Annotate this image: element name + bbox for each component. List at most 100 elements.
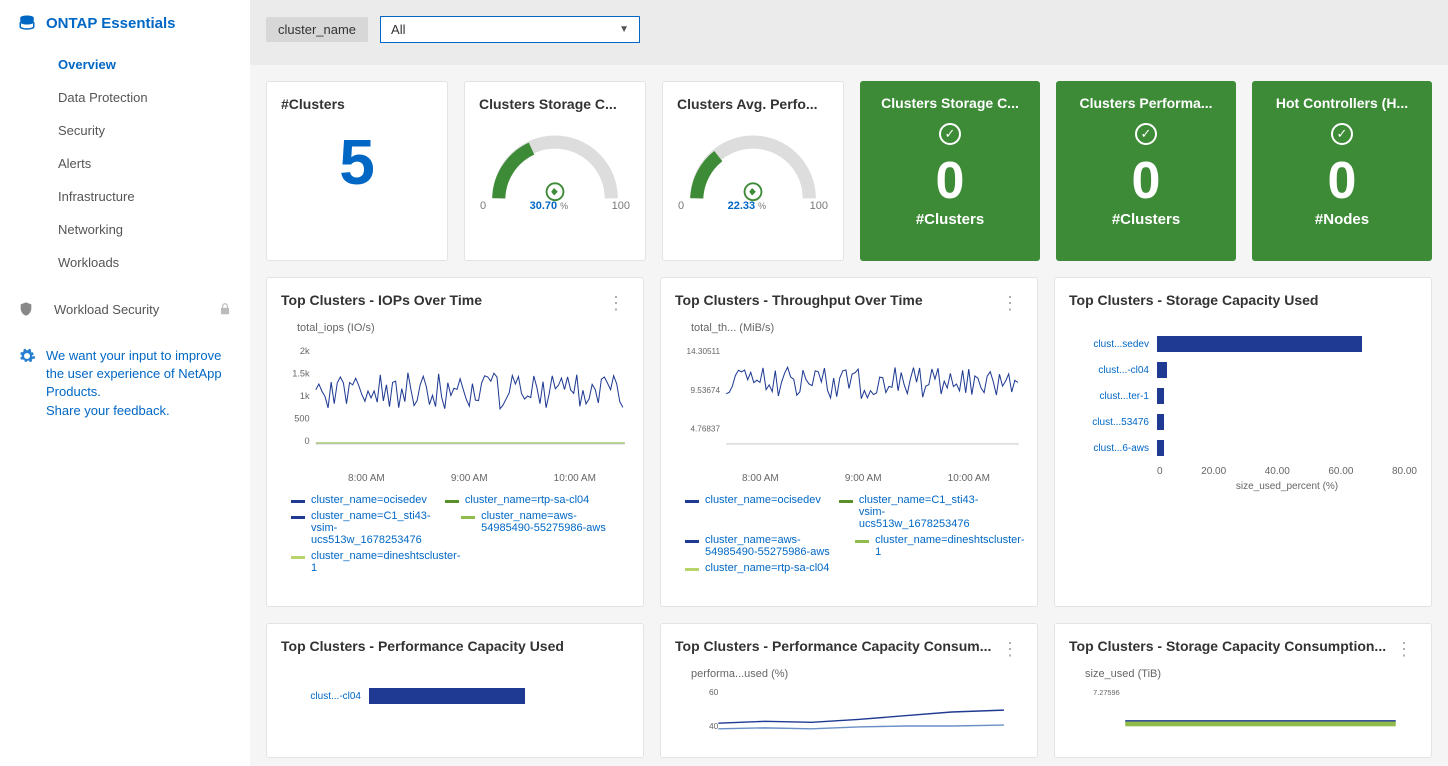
filter-select-cluster-name[interactable]: All ▼ xyxy=(380,16,640,43)
gauge-value: 22.33 xyxy=(728,200,756,212)
kpi-title: Clusters Storage C... xyxy=(874,95,1026,111)
line-chart[interactable]: 2k 1.5k 1k 500 0 xyxy=(281,338,629,468)
workload-security-label: Workload Security xyxy=(54,302,159,317)
sidebar-item-alerts[interactable]: Alerts xyxy=(0,147,250,180)
kpi-value: 5 xyxy=(281,118,433,208)
y-axis-label: performa...used (%) xyxy=(691,668,1023,680)
panel-title: Top Clusters - Performance Capacity Used xyxy=(281,638,564,654)
sidebar: ONTAP Essentials OverviewData Protection… xyxy=(0,0,250,766)
gauge-max: 100 xyxy=(810,200,828,212)
svg-text:60: 60 xyxy=(709,687,719,697)
legend-item[interactable]: cluster_name=aws-54985490-55275986-aws xyxy=(461,510,613,546)
kpi-title: Hot Controllers (H... xyxy=(1266,95,1418,111)
bar-row: clust...6-aws xyxy=(1069,440,1417,456)
panel-throughput: Top Clusters - Throughput Over Time ⋮ to… xyxy=(660,277,1038,607)
bar-label[interactable]: clust...53476 xyxy=(1069,417,1149,428)
svg-text:1k: 1k xyxy=(300,391,310,401)
gauge-icon xyxy=(678,128,828,203)
bar-row: clust...53476 xyxy=(1069,414,1417,430)
kpi-card-storage-capacity[interactable]: Clusters Storage C... 0 30.70 % 100 xyxy=(464,81,646,261)
panel-iops: Top Clusters - IOPs Over Time ⋮ total_io… xyxy=(266,277,644,607)
svg-text:500: 500 xyxy=(294,413,309,423)
svg-text:14.30511: 14.30511 xyxy=(687,347,721,356)
panel-title: Top Clusters - Storage Capacity Used xyxy=(1069,292,1318,308)
kpi-title: Clusters Performa... xyxy=(1070,95,1222,111)
kpi-card-clusters-count[interactable]: #Clusters 5 xyxy=(266,81,448,261)
chevron-down-icon: ▼ xyxy=(619,24,629,35)
kpi-sub: #Clusters xyxy=(874,211,1026,228)
bar-label[interactable]: clust...-cl04 xyxy=(281,691,361,702)
panel-menu-button[interactable]: ⋮ xyxy=(997,639,1023,660)
svg-text:4.76837: 4.76837 xyxy=(690,425,720,434)
legend-item[interactable]: cluster_name=aws-54985490-55275986-aws xyxy=(685,534,837,558)
lock-icon xyxy=(218,302,232,316)
kpi-title: #Clusters xyxy=(281,96,433,112)
kpi-card-performance-alert[interactable]: Clusters Performa... ✓ 0 #Clusters xyxy=(1056,81,1236,261)
panel-title: Top Clusters - Performance Capacity Cons… xyxy=(675,638,991,654)
panel-title: Top Clusters - IOPs Over Time xyxy=(281,292,482,308)
area-chart[interactable]: 7.27596 xyxy=(1069,684,1417,730)
gauge-min: 0 xyxy=(678,200,684,212)
bar-label[interactable]: clust...-cl04 xyxy=(1069,365,1149,376)
legend-item[interactable]: cluster_name=C1_sti43-vsim-ucs513w_16782… xyxy=(291,510,443,546)
x-axis-ticks: 020.0040.0060.0080.00 xyxy=(1157,466,1417,477)
bar-label[interactable]: clust...sedev xyxy=(1069,339,1149,350)
sidebar-item-networking[interactable]: Networking xyxy=(0,213,250,246)
bar-row: clust...sedev xyxy=(1069,336,1417,352)
kpi-value: 0 xyxy=(1070,155,1222,207)
panel-menu-button[interactable]: ⋮ xyxy=(1391,639,1417,660)
brand-title: ONTAP Essentials xyxy=(46,15,176,32)
sidebar-item-infrastructure[interactable]: Infrastructure xyxy=(0,180,250,213)
feedback-text: We want your input to improve the user e… xyxy=(46,347,232,420)
line-chart[interactable]: 14.30511 9.53674 4.76837 xyxy=(675,338,1023,468)
legend: cluster_name=ocisedev cluster_name=C1_sti… xyxy=(675,494,1023,574)
panel-menu-button[interactable]: ⋮ xyxy=(603,293,629,314)
sidebar-item-data-protection[interactable]: Data Protection xyxy=(0,81,250,114)
kpi-title: Clusters Storage C... xyxy=(479,96,631,112)
check-circle-icon: ✓ xyxy=(1135,123,1157,145)
svg-text:40: 40 xyxy=(709,721,719,731)
svg-text:0: 0 xyxy=(305,436,310,446)
sidebar-item-security[interactable]: Security xyxy=(0,114,250,147)
kpi-card-avg-performance[interactable]: Clusters Avg. Perfo... 0 22.33 % 100 xyxy=(662,81,844,261)
kpi-title: Clusters Avg. Perfo... xyxy=(677,96,829,112)
bar-chart[interactable]: clust...sedev clust...-cl04 clust...ter-1 c… xyxy=(1069,336,1417,456)
legend-item[interactable]: cluster_name=dineshtscluster-1 xyxy=(855,534,1007,558)
x-axis-label: size_used_percent (%) xyxy=(1157,481,1417,492)
sidebar-item-workloads[interactable]: Workloads xyxy=(0,246,250,279)
kpi-card-storage-alert[interactable]: Clusters Storage C... ✓ 0 #Clusters xyxy=(860,81,1040,261)
shield-icon xyxy=(18,301,34,317)
legend-item[interactable]: cluster_name=dineshtscluster-1 xyxy=(291,550,443,574)
kpi-value: 0 xyxy=(874,155,1026,207)
legend-item[interactable]: cluster_name=rtp-sa-cl04 xyxy=(445,494,589,506)
brand[interactable]: ONTAP Essentials xyxy=(0,14,250,48)
legend-item[interactable]: cluster_name=C1_sti43-vsim-ucs513w_16782… xyxy=(839,494,991,530)
filter-bar: cluster_name All ▼ xyxy=(250,0,1448,65)
line-chart[interactable]: 60 40 xyxy=(675,684,1023,740)
check-circle-icon: ✓ xyxy=(1331,123,1353,145)
panel-performance-capacity-used: Top Clusters - Performance Capacity Used… xyxy=(266,623,644,758)
sidebar-item-overview[interactable]: Overview xyxy=(0,48,250,81)
dashboard-content: #Clusters 5 Clusters Storage C... 0 xyxy=(250,65,1448,766)
bar-label[interactable]: clust...6-aws xyxy=(1069,443,1149,454)
legend-item[interactable]: cluster_name=rtp-sa-cl04 xyxy=(685,562,829,574)
gauge-value: 30.70 xyxy=(530,200,558,212)
bar-label[interactable]: clust...ter-1 xyxy=(1069,391,1149,402)
kpi-sub: #Nodes xyxy=(1266,211,1418,228)
filter-chip-cluster-name[interactable]: cluster_name xyxy=(266,17,368,42)
sidebar-item-workload-security[interactable]: Workload Security xyxy=(0,287,250,331)
svg-text:9.53674: 9.53674 xyxy=(690,386,720,395)
main: cluster_name All ▼ #Clusters 5 Clusters … xyxy=(250,0,1448,766)
filter-select-value: All xyxy=(391,22,405,37)
panel-performance-capacity-consumption: Top Clusters - Performance Capacity Cons… xyxy=(660,623,1038,758)
y-axis-label: total_iops (IO/s) xyxy=(297,322,629,334)
kpi-card-hot-controllers[interactable]: Hot Controllers (H... ✓ 0 #Nodes xyxy=(1252,81,1432,261)
kpi-value: 0 xyxy=(1266,155,1418,207)
panel-menu-button[interactable]: ⋮ xyxy=(997,293,1023,314)
feedback-link[interactable]: We want your input to improve the user e… xyxy=(0,331,250,436)
bar-row: clust...ter-1 xyxy=(1069,388,1417,404)
gauge-icon xyxy=(480,128,630,203)
legend-item[interactable]: cluster_name=ocisedev xyxy=(685,494,821,530)
legend-item[interactable]: cluster_name=ocisedev xyxy=(291,494,427,506)
bar-row: clust...-cl04 xyxy=(1069,362,1417,378)
